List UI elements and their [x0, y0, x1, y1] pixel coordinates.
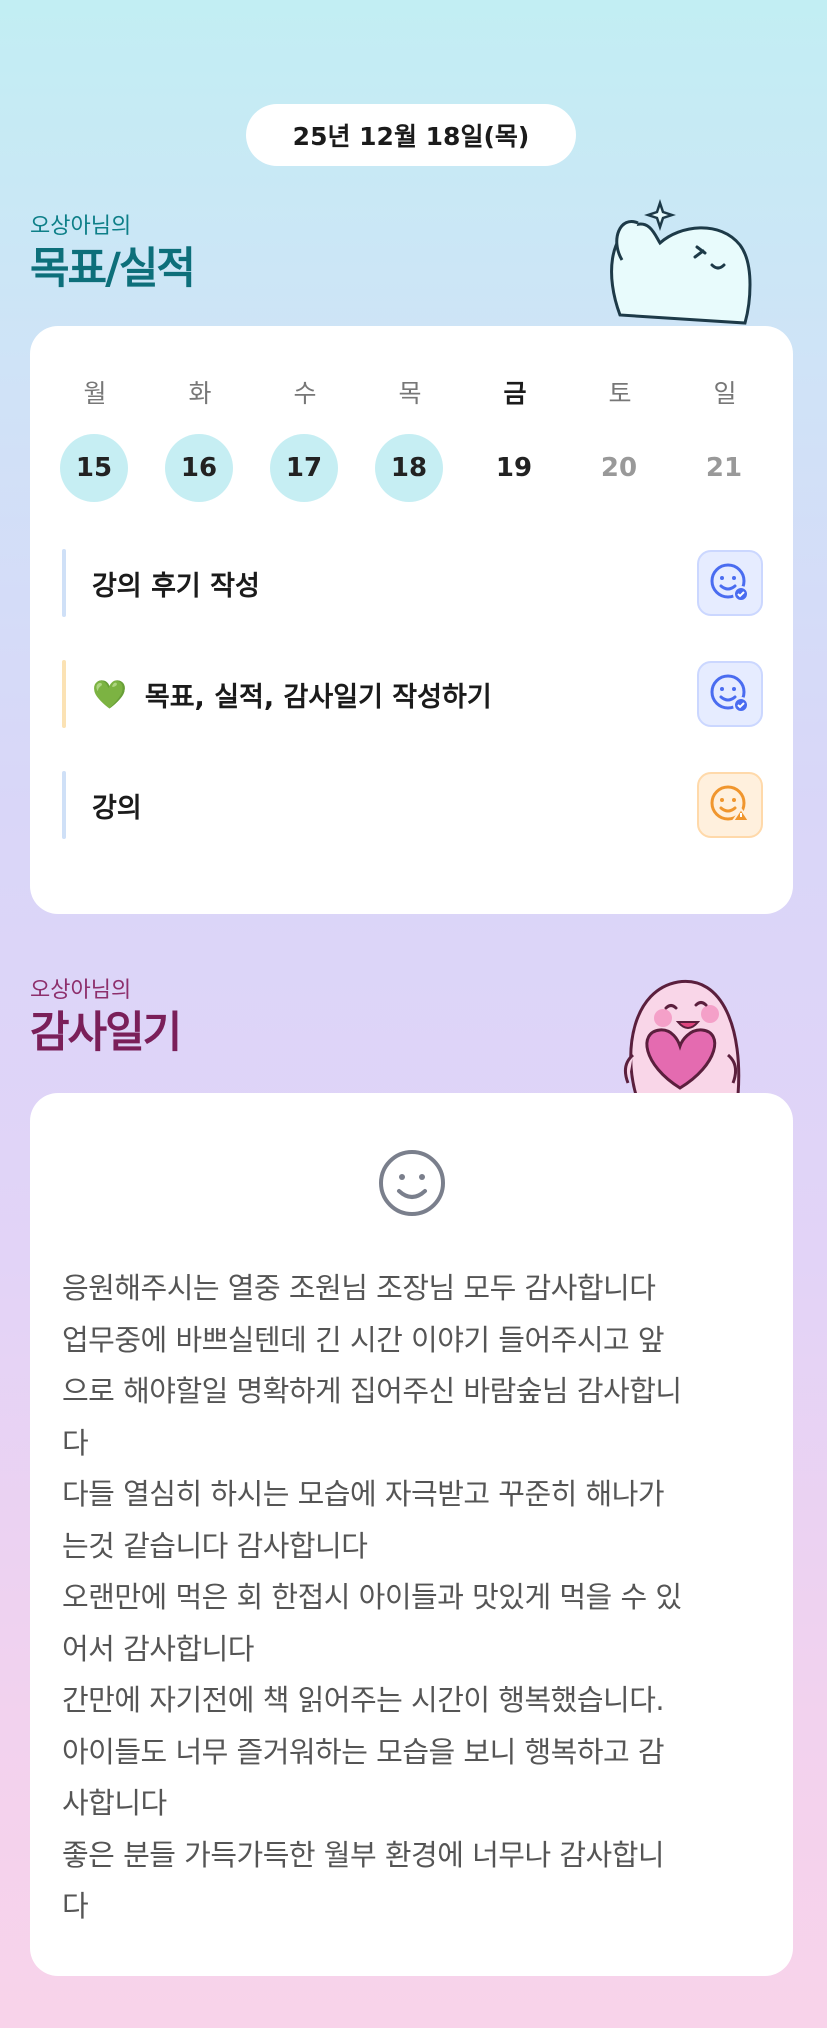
task-item[interactable]: 강의 후기 작성	[62, 548, 763, 618]
day-name: 목	[398, 379, 422, 408]
day-number-future: 20	[600, 453, 638, 483]
day-column-mon[interactable]: 월 15	[60, 376, 130, 502]
smiley-check-icon	[710, 674, 749, 713]
day-number-done: 18	[375, 434, 443, 502]
diary-section-title: 감사일기	[30, 1008, 182, 1058]
task-item[interactable]: 💚 목표, 실적, 감사일기 작성하기	[62, 659, 763, 729]
task-item[interactable]: 강의	[62, 770, 763, 840]
task-label-text: 목표, 실적, 감사일기 작성하기	[144, 681, 492, 713]
day-number-future: 21	[705, 453, 743, 483]
task-label: 강의 후기 작성	[92, 564, 697, 603]
diary-line: 다들 열심히 하시는 모습에 자극받고 꾸준히 해나가	[62, 1477, 665, 1511]
day-column-fri[interactable]: 금 19	[480, 376, 550, 502]
day-name: 일	[713, 379, 737, 408]
task-label: 💚 목표, 실적, 감사일기 작성하기	[92, 675, 697, 714]
smiley-check-icon	[710, 563, 749, 602]
diary-content: 응원해주시는 열중 조원님 조장님 모두 감사합니다 업무중에 바쁘실텐데 긴 …	[62, 1263, 763, 1933]
day-column-thu[interactable]: 목 18	[375, 376, 445, 502]
diary-line: 간만에 자기전에 책 읽어주는 시간이 행복했습니다.	[62, 1683, 665, 1717]
diary-line: 다	[62, 1889, 89, 1923]
day-number-done: 16	[165, 434, 233, 502]
diary-line: 업무중에 바쁘실텐데 긴 시간 이야기 들어주시고 앞	[62, 1322, 665, 1357]
date-text: 25년 12월 18일(목)	[292, 122, 530, 151]
task-status-button[interactable]	[697, 550, 763, 616]
heart-mascot-icon	[623, 979, 741, 1095]
day-name: 수	[293, 379, 317, 408]
day-name: 화	[188, 379, 212, 408]
smiley-face-icon	[379, 1150, 445, 1216]
day-name-today: 금	[503, 379, 527, 408]
ghost-mascot-icon	[610, 199, 752, 325]
task-status-button[interactable]	[697, 772, 763, 838]
diary-line: 어서 감사합니다	[62, 1631, 254, 1666]
day-number-done: 15	[60, 434, 128, 502]
diary-card: 응원해주시는 열중 조원님 조장님 모두 감사합니다 업무중에 바쁘실텐데 긴 …	[30, 1093, 793, 1976]
diary-line: 다	[62, 1425, 89, 1460]
task-label: 강의	[92, 786, 697, 825]
day-name: 토	[608, 379, 632, 408]
day-column-sat[interactable]: 토 20	[585, 376, 655, 502]
day-column-tue[interactable]: 화 16	[165, 376, 235, 502]
diary-line: 응원해주시는 열중 조원님 조장님 모두 감사합니다	[62, 1271, 656, 1305]
smiley-warning-icon	[710, 785, 751, 822]
task-bar	[62, 549, 66, 617]
date-badge: 25년 12월 18일(목)	[246, 104, 576, 166]
day-name: 월	[83, 379, 107, 408]
diary-line: 는것 같습니다 감사합니다	[62, 1528, 368, 1563]
task-status-button[interactable]	[697, 661, 763, 727]
day-number-done: 17	[270, 434, 338, 502]
diary-line: 으로 해야할일 명확하게 집어주신 바람숲님 감사합니	[62, 1374, 682, 1408]
task-bar	[62, 660, 66, 728]
goal-card: 월 15 화 16 수 17 목 18 금 19 토 20 일 21 강의 후기…	[30, 326, 793, 914]
day-number-today: 19	[495, 453, 533, 483]
day-column-sun[interactable]: 일 21	[690, 376, 760, 502]
green-heart-icon: 💚	[92, 677, 127, 711]
diary-line: 사합니다	[62, 1786, 167, 1820]
diary-line: 아이들도 너무 즐거워하는 모습을 보니 행복하고 감	[62, 1734, 665, 1769]
diary-line: 오랜만에 먹은 회 한접시 아이들과 맛있게 먹을 수 있	[62, 1580, 682, 1614]
day-column-wed[interactable]: 수 17	[270, 376, 340, 502]
task-bar	[62, 771, 66, 839]
goal-section-title: 목표/실적	[30, 244, 196, 294]
week-calendar: 월 15 화 16 수 17 목 18 금 19 토 20 일 21	[60, 376, 763, 502]
diary-line: 좋은 분들 가득가득한 월부 환경에 너무나 감사합니	[62, 1837, 665, 1872]
task-label-text: 강의 후기 작성	[92, 570, 260, 602]
task-label-text: 강의	[92, 792, 142, 824]
